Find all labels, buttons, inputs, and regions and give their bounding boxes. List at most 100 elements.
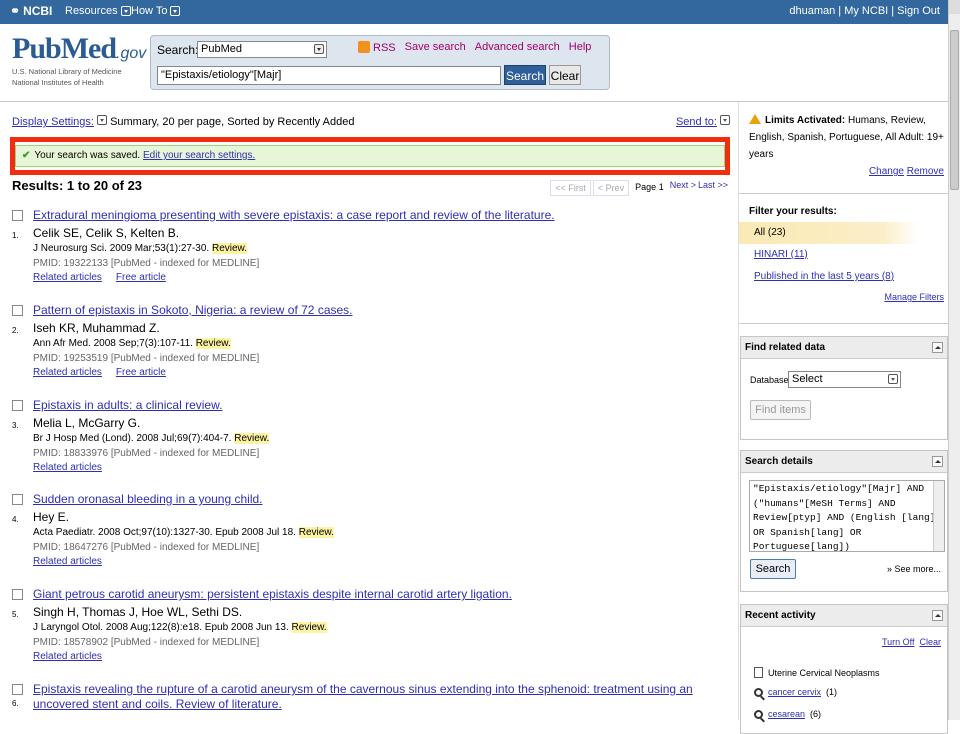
related-articles-link[interactable]: Related articles bbox=[33, 462, 102, 473]
details-search-button[interactable]: Search bbox=[750, 559, 796, 579]
result-pmid: PMID: 18578902 [PubMed - indexed for MED… bbox=[33, 637, 260, 648]
search-details-query[interactable]: "Epistaxis/etiology"[Majr] AND ("humans"… bbox=[749, 480, 945, 552]
related-articles-link[interactable]: Related articles bbox=[33, 556, 102, 567]
result-review-tag: Review. bbox=[211, 243, 247, 254]
divider bbox=[739, 193, 949, 194]
result-title[interactable]: Epistaxis in adults: a clinical review. bbox=[33, 398, 728, 413]
logo-subtitle-2: National Institutes of Health bbox=[12, 78, 104, 87]
search-input[interactable]: "Epistaxis/etiology"[Majr] bbox=[157, 66, 501, 85]
result-title[interactable]: Sudden oronasal bleeding in a young chil… bbox=[33, 492, 728, 507]
recent-item-count: (6) bbox=[810, 709, 822, 719]
recent-item-label[interactable]: cesarean bbox=[768, 709, 805, 719]
free-article-link[interactable]: Free article bbox=[116, 367, 166, 378]
filter-all[interactable]: All (23) bbox=[739, 222, 919, 244]
resources-menu[interactable]: Resources bbox=[65, 5, 131, 17]
recent-item[interactable]: Uterine Cervical Neoplasms bbox=[754, 667, 880, 678]
query-scrollbar[interactable] bbox=[933, 481, 944, 551]
find-related-data-box: Find related data Database: Select Find … bbox=[740, 336, 948, 440]
page-scrollbar[interactable] bbox=[948, 0, 960, 720]
result-pmid: PMID: 19253519 [PubMed - indexed for MED… bbox=[33, 353, 260, 364]
result-review-tag: Review. bbox=[195, 338, 231, 349]
chevron-down-icon bbox=[170, 6, 181, 16]
result-checkbox[interactable] bbox=[12, 684, 23, 695]
recent-item-label[interactable]: cancer cervix bbox=[768, 687, 821, 697]
turn-off-link[interactable]: Turn Off bbox=[882, 637, 915, 647]
scroll-up-arrow[interactable] bbox=[949, 0, 960, 14]
result-authors: Iseh KR, Muhammad Z. bbox=[33, 321, 160, 335]
search-icon bbox=[754, 709, 763, 719]
next-page[interactable]: Next > bbox=[670, 180, 696, 196]
related-articles-link[interactable]: Related articles bbox=[33, 367, 102, 378]
filter-last-5-years[interactable]: Published in the last 5 years (8) bbox=[754, 271, 894, 282]
result-authors: Melia L, McGarry G. bbox=[33, 416, 141, 430]
limits-panel: Limits Activated: Humans, Review, Englis… bbox=[749, 112, 944, 180]
chevron-down-icon bbox=[888, 374, 898, 384]
result-number: 4. bbox=[12, 515, 19, 524]
search-label: Search: bbox=[157, 43, 199, 57]
result-checkbox[interactable] bbox=[12, 305, 23, 316]
clear-activity-link[interactable]: Clear bbox=[919, 637, 941, 647]
save-search-link[interactable]: Save search bbox=[405, 41, 466, 54]
search-details-box: Search details "Epistaxis/etiology"[Majr… bbox=[740, 450, 948, 592]
document-icon bbox=[754, 667, 763, 678]
search-details-heading: Search details bbox=[745, 456, 813, 467]
filter-heading: Filter your results: bbox=[749, 206, 837, 217]
rss-label: RSS bbox=[373, 42, 396, 54]
filter-hinari[interactable]: HINARI (11) bbox=[754, 249, 808, 260]
recent-item-count: (1) bbox=[826, 687, 838, 697]
recent-item-label: Uterine Cervical Neoplasms bbox=[768, 667, 880, 678]
remove-limits-link[interactable]: Remove bbox=[907, 166, 944, 177]
chevron-down-icon[interactable] bbox=[720, 115, 730, 125]
database-select[interactable]: PubMed bbox=[197, 41, 327, 58]
collapse-icon[interactable] bbox=[932, 610, 943, 621]
result-checkbox[interactable] bbox=[12, 494, 23, 505]
check-icon: ✔ bbox=[22, 150, 31, 161]
result-journal: Ann Afr Med. 2008 Sep;7(3):107-11. bbox=[33, 338, 193, 349]
result-review-tag: Review. bbox=[234, 433, 270, 444]
recent-item[interactable]: cesarean (6) bbox=[754, 709, 821, 719]
result-title[interactable]: Extradural meningioma presenting with se… bbox=[33, 208, 728, 223]
free-article-link[interactable]: Free article bbox=[116, 272, 166, 283]
search-button[interactable]: Search bbox=[504, 65, 546, 85]
howto-menu[interactable]: How To bbox=[131, 5, 181, 17]
saved-message: Your search was saved. bbox=[34, 150, 141, 161]
result-title[interactable]: Giant petrous carotid aneurysm: persiste… bbox=[33, 587, 728, 602]
related-database-value: Select bbox=[792, 373, 823, 385]
pubmed-logo[interactable]: PubMed.gov U.S. National Library of Medi… bbox=[12, 32, 146, 88]
collapse-icon[interactable] bbox=[932, 456, 943, 467]
related-database-select[interactable]: Select bbox=[788, 371, 901, 388]
result-number: 3. bbox=[12, 421, 19, 430]
related-articles-link[interactable]: Related articles bbox=[33, 651, 102, 662]
result-journal: J Neurosurg Sci. 2009 Mar;53(1):27-30. bbox=[33, 243, 210, 254]
related-articles-link[interactable]: Related articles bbox=[33, 272, 102, 283]
result-checkbox[interactable] bbox=[12, 210, 23, 221]
database-value: PubMed bbox=[201, 43, 242, 55]
logo-gov: .gov bbox=[116, 45, 147, 62]
edit-search-settings-link[interactable]: Edit your search settings. bbox=[143, 150, 255, 161]
display-settings-link[interactable]: Display Settings: bbox=[12, 116, 94, 128]
see-more-link[interactable]: » See more... bbox=[887, 564, 941, 574]
result-title[interactable]: Epistaxis revealing the rupture of a car… bbox=[33, 682, 728, 712]
help-link[interactable]: Help bbox=[569, 41, 592, 54]
user-links[interactable]: dhuaman | My NCBI | Sign Out bbox=[789, 5, 940, 17]
chevron-down-icon[interactable] bbox=[97, 115, 107, 125]
find-items-button[interactable]: Find items bbox=[750, 400, 811, 420]
advanced-search-link[interactable]: Advanced search bbox=[475, 41, 560, 54]
result-title[interactable]: Pattern of epistaxis in Sokoto, Nigeria:… bbox=[33, 303, 728, 318]
ncbi-logo[interactable]: ⚭ NCBI bbox=[10, 4, 52, 18]
change-limits-link[interactable]: Change bbox=[869, 166, 904, 177]
result-pmid: PMID: 18647276 [PubMed - indexed for MED… bbox=[33, 542, 260, 553]
last-page[interactable]: Last >> bbox=[698, 180, 728, 196]
send-to-link[interactable]: Send to: bbox=[676, 116, 717, 128]
database-label: Database: bbox=[750, 375, 792, 385]
manage-filters-link[interactable]: Manage Filters bbox=[884, 292, 944, 302]
result-pmid: PMID: 18833976 [PubMed - indexed for MED… bbox=[33, 448, 260, 459]
recent-item[interactable]: cancer cervix (1) bbox=[754, 687, 837, 697]
scrollbar-thumb[interactable] bbox=[950, 30, 959, 190]
clear-button[interactable]: Clear bbox=[549, 65, 581, 85]
collapse-icon[interactable] bbox=[932, 342, 943, 353]
rss-link[interactable]: RSS bbox=[358, 41, 396, 54]
result-checkbox[interactable] bbox=[12, 589, 23, 600]
result-number: 6. bbox=[12, 699, 19, 708]
result-checkbox[interactable] bbox=[12, 400, 23, 411]
